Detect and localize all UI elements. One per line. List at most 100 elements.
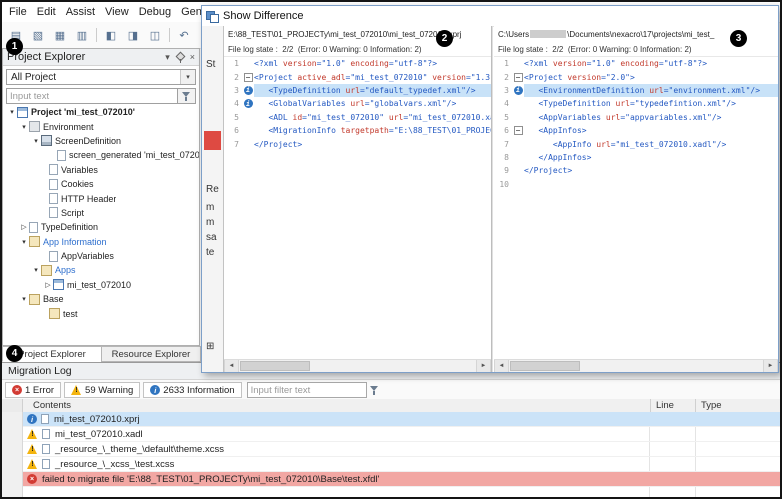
paste-icon[interactable]: ◫ xyxy=(145,25,165,45)
scroll-left-button[interactable]: ◄ xyxy=(494,360,509,372)
chevron-down-icon[interactable]: ▾ xyxy=(165,52,170,63)
tree-item[interactable]: screen_generated 'mi_test_072010' xyxy=(3,148,199,162)
log-filter-input[interactable] xyxy=(247,382,367,398)
filter-funnel-icon[interactable] xyxy=(367,383,383,397)
scrollbar-track[interactable] xyxy=(509,360,763,372)
code-line[interactable]: 5 <ADL id="mi_test_072010" url="mi_test_… xyxy=(224,111,491,124)
tree-item-label: AppVariables xyxy=(61,251,114,261)
scroll-thumb[interactable] xyxy=(240,361,310,371)
line-number: 7 xyxy=(494,140,512,149)
tree-item[interactable]: ▾Environment xyxy=(3,119,199,133)
horizontal-scrollbar[interactable]: ◄ ► xyxy=(494,359,778,372)
expander-icon[interactable]: ▾ xyxy=(31,266,41,274)
error-filter-chip[interactable]: ×1 Error xyxy=(5,382,61,398)
expander-icon[interactable]: ▷ xyxy=(19,223,29,231)
tree-item[interactable]: ▾Base xyxy=(3,292,199,306)
tree-item[interactable]: ▾App Information xyxy=(3,235,199,249)
column-line[interactable]: Line xyxy=(651,399,696,412)
menu-edit[interactable]: Edit xyxy=(32,4,61,20)
doc-icon xyxy=(49,207,58,218)
code-line[interactable]: 8 </AppInfos> xyxy=(494,151,778,164)
info-filter-chip[interactable]: i2633 Information xyxy=(143,382,241,398)
log-row[interactable]: ×failed to migrate file 'E:\88_TEST\01_P… xyxy=(23,472,780,487)
code-line[interactable]: 3i <EnvironmentDefinition url="environme… xyxy=(494,84,778,97)
line-number: 5 xyxy=(494,113,512,122)
code-line[interactable]: 10 xyxy=(494,178,778,191)
expander-icon[interactable]: ▾ xyxy=(19,295,29,303)
column-contents[interactable]: Contents xyxy=(23,399,651,412)
code-line[interactable]: 6 <MigrationInfo targetpath="E:\88_TEST\… xyxy=(224,124,491,137)
tree-filter-input[interactable] xyxy=(6,88,178,104)
expander-icon[interactable]: ▾ xyxy=(19,123,29,131)
fold-collapse-icon[interactable]: − xyxy=(244,73,253,82)
log-row[interactable]: !_resource_\_xcss_\test.xcss xyxy=(23,457,780,472)
warning-filter-chip[interactable]: !59 Warning xyxy=(64,382,140,398)
tree-item[interactable]: Cookies xyxy=(3,177,199,191)
save-all-icon[interactable]: ▥ xyxy=(72,25,92,45)
menu-assist[interactable]: Assist xyxy=(61,4,100,20)
code-line[interactable]: 5 <AppVariables url="appvariables.xml"/> xyxy=(494,111,778,124)
code-text: <?xml version="1.0" encoding="utf-8"?> xyxy=(254,57,491,70)
tree-item[interactable]: ▾Apps xyxy=(3,263,199,277)
code-line[interactable]: 2−<Project version="2.0"> xyxy=(494,70,778,83)
dialog-titlebar[interactable]: Show Difference xyxy=(202,6,778,27)
code-line[interactable]: 9</Project> xyxy=(494,164,778,177)
menu-file[interactable]: File xyxy=(4,4,32,20)
log-row[interactable]: imi_test_072010.xprj xyxy=(23,412,780,427)
code-line[interactable]: 4 <TypeDefinition url="typedefintion.xml… xyxy=(494,97,778,110)
marker-cell: i xyxy=(242,99,254,108)
tree-item[interactable]: AppVariables xyxy=(3,249,199,263)
code-token: url xyxy=(596,140,610,149)
fold-collapse-icon[interactable]: − xyxy=(514,73,523,82)
code-line[interactable]: 7 <AppInfo url="mi_test_072010.xadl"/> xyxy=(494,137,778,150)
log-row[interactable]: !_resource_\_theme_\default\theme.xcss xyxy=(23,442,780,457)
tree-item[interactable]: Script xyxy=(3,206,199,220)
scroll-left-button[interactable]: ◄ xyxy=(224,360,239,372)
scroll-right-button[interactable]: ► xyxy=(763,360,778,372)
code-token: <TypeDefinition xyxy=(524,99,616,108)
horizontal-scrollbar[interactable]: ◄ ► xyxy=(224,359,491,372)
log-row[interactable]: !mi_test_072010.xadl xyxy=(23,427,780,442)
code-line[interactable]: 6− <AppInfos> xyxy=(494,124,778,137)
save-icon[interactable]: ▦ xyxy=(50,25,70,45)
tree-item[interactable]: ▾Project 'mi_test_072010' xyxy=(3,105,199,119)
expander-icon[interactable]: ▾ xyxy=(31,137,41,145)
tab-resource-explorer[interactable]: Resource Explorer xyxy=(101,346,201,362)
expander-icon[interactable]: ▾ xyxy=(19,238,29,246)
code-line[interactable]: 1<?xml version="1.0" encoding="utf-8"?> xyxy=(224,57,491,70)
scroll-thumb[interactable] xyxy=(510,361,580,371)
close-icon[interactable]: × xyxy=(190,52,195,62)
menu-debug[interactable]: Debug xyxy=(134,4,176,20)
scrollbar-track[interactable] xyxy=(239,360,476,372)
cut-icon[interactable]: ◧ xyxy=(101,25,121,45)
code-line[interactable]: 4i <GlobalVariables url="globalvars.xml"… xyxy=(224,97,491,110)
menu-view[interactable]: View xyxy=(100,4,134,20)
copy-icon[interactable]: ◨ xyxy=(123,25,143,45)
code-line[interactable]: 2−<Project active_adl="mi_test_072010" v… xyxy=(224,70,491,83)
code-line[interactable]: 1<?xml version="1.0" encoding="utf-8"?> xyxy=(494,57,778,70)
tree-item[interactable]: test xyxy=(3,306,199,320)
chevron-down-icon[interactable]: ▾ xyxy=(180,70,195,84)
code-line[interactable]: 7</Project> xyxy=(224,137,491,150)
tree-item[interactable]: HTTP Header xyxy=(3,191,199,205)
tree-item[interactable]: ▷TypeDefinition xyxy=(3,220,199,234)
pin-icon[interactable] xyxy=(175,52,185,63)
expander-icon[interactable]: ▾ xyxy=(7,108,17,116)
screen-icon xyxy=(41,135,52,146)
undo-icon[interactable]: ↶ xyxy=(174,25,194,45)
code-text: <TypeDefinition url="typedefintion.xml"/… xyxy=(524,97,778,110)
project-filter-combobox[interactable]: All Project ▾ xyxy=(6,69,196,85)
column-type[interactable]: Type xyxy=(696,399,780,412)
tree-item[interactable]: ▷mi_test_072010 xyxy=(3,278,199,292)
tree-item[interactable]: ▾ScreenDefinition xyxy=(3,134,199,148)
pane-divider[interactable] xyxy=(491,26,493,372)
code-text: <ADL id="mi_test_072010" url="mi_test_07… xyxy=(254,111,491,124)
expander-icon[interactable]: ▷ xyxy=(43,281,53,289)
filter-funnel-icon[interactable] xyxy=(178,88,196,104)
open-file-icon[interactable]: ▧ xyxy=(28,25,48,45)
scroll-right-button[interactable]: ► xyxy=(476,360,491,372)
tree-item[interactable]: Variables xyxy=(3,163,199,177)
code-token: <AppInfo xyxy=(524,140,596,149)
fold-collapse-icon[interactable]: − xyxy=(514,126,523,135)
code-line[interactable]: 3i <TypeDefinition url="default_typedef.… xyxy=(224,84,491,97)
